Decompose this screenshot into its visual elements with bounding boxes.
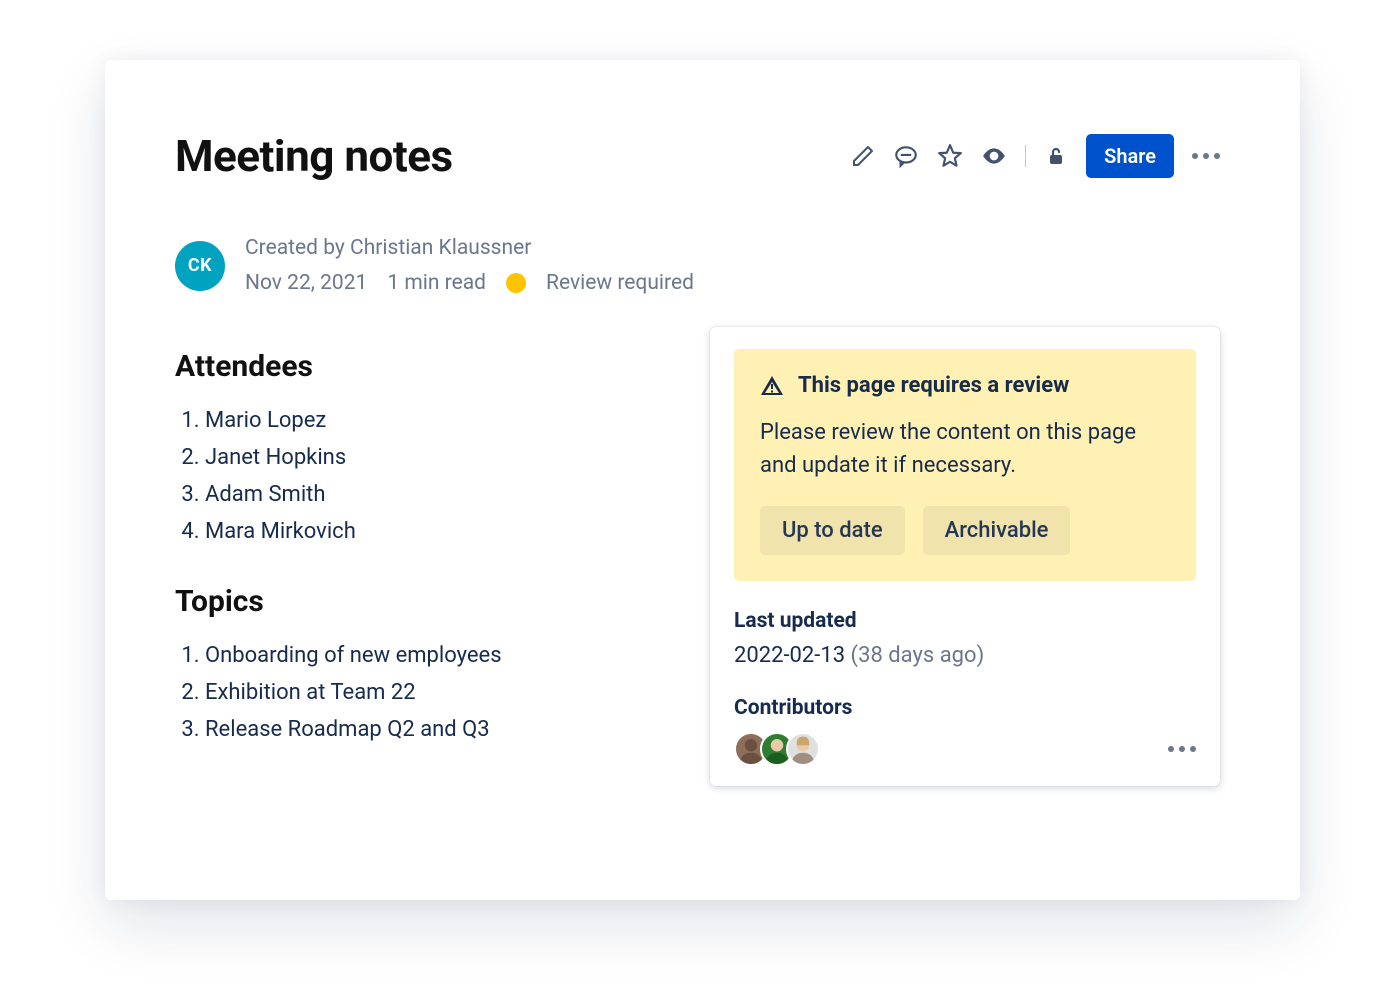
topics-heading: Topics [175, 584, 670, 619]
contributors-more-icon[interactable] [1168, 746, 1196, 752]
page-title: Meeting notes [175, 130, 453, 182]
contributor-avatar[interactable] [786, 732, 820, 766]
warning-icon [760, 374, 784, 398]
contributors-row [734, 732, 1196, 766]
contributor-avatars [734, 732, 820, 766]
document-page: Meeting notes Share CK [105, 60, 1300, 900]
alert-heading: This page requires a review [760, 373, 1170, 398]
alert-actions: Up to date Archivable [760, 506, 1170, 555]
last-updated-ago: (38 days ago) [851, 643, 985, 668]
review-panel: This page requires a review Please revie… [710, 327, 1220, 786]
page-toolbar: Share [851, 134, 1220, 178]
review-alert: This page requires a review Please revie… [734, 349, 1196, 581]
status-text: Review required [546, 267, 694, 300]
alert-title: This page requires a review [798, 373, 1069, 398]
attendees-heading: Attendees [175, 349, 670, 384]
read-time: 1 min read [387, 267, 486, 300]
created-by-label: Created by Christian Klaussner [245, 232, 694, 265]
share-button[interactable]: Share [1086, 134, 1174, 178]
attendees-list: Mario Lopez Janet Hopkins Adam Smith Mar… [175, 402, 670, 550]
list-item: Onboarding of new employees [205, 637, 670, 674]
watch-icon[interactable] [981, 143, 1007, 169]
list-item: Release Roadmap Q2 and Q3 [205, 711, 670, 748]
created-date: Nov 22, 2021 [245, 267, 367, 300]
lock-icon[interactable] [1044, 144, 1068, 168]
toolbar-divider [1025, 145, 1026, 167]
list-item: Exhibition at Team 22 [205, 674, 670, 711]
edit-icon[interactable] [851, 144, 875, 168]
contributors-heading: Contributors [734, 696, 1196, 720]
more-actions-icon[interactable] [1192, 153, 1220, 159]
list-item: Mara Mirkovich [205, 513, 670, 550]
list-item: Janet Hopkins [205, 439, 670, 476]
page-meta: CK Created by Christian Klaussner Nov 22… [175, 232, 1220, 299]
up-to-date-button[interactable]: Up to date [760, 506, 905, 555]
last-updated-date: 2022-02-13 [734, 643, 845, 668]
meta-text: Created by Christian Klaussner Nov 22, 2… [245, 232, 694, 299]
meta-line-2: Nov 22, 2021 1 min read Review required [245, 267, 694, 300]
archivable-button[interactable]: Archivable [923, 506, 1071, 555]
comment-icon[interactable] [893, 143, 919, 169]
document-body: Attendees Mario Lopez Janet Hopkins Adam… [175, 339, 670, 782]
star-icon[interactable] [937, 143, 963, 169]
list-item: Mario Lopez [205, 402, 670, 439]
title-row: Meeting notes Share [175, 130, 1220, 182]
content-area: Attendees Mario Lopez Janet Hopkins Adam… [175, 339, 1220, 786]
topics-list: Onboarding of new employees Exhibition a… [175, 637, 670, 748]
author-avatar[interactable]: CK [175, 241, 225, 291]
last-updated-heading: Last updated [734, 609, 1196, 633]
status-dot-icon [506, 273, 526, 293]
last-updated-value: 2022-02-13 (38 days ago) [734, 643, 1196, 668]
list-item: Adam Smith [205, 476, 670, 513]
alert-body: Please review the content on this page a… [760, 416, 1170, 482]
